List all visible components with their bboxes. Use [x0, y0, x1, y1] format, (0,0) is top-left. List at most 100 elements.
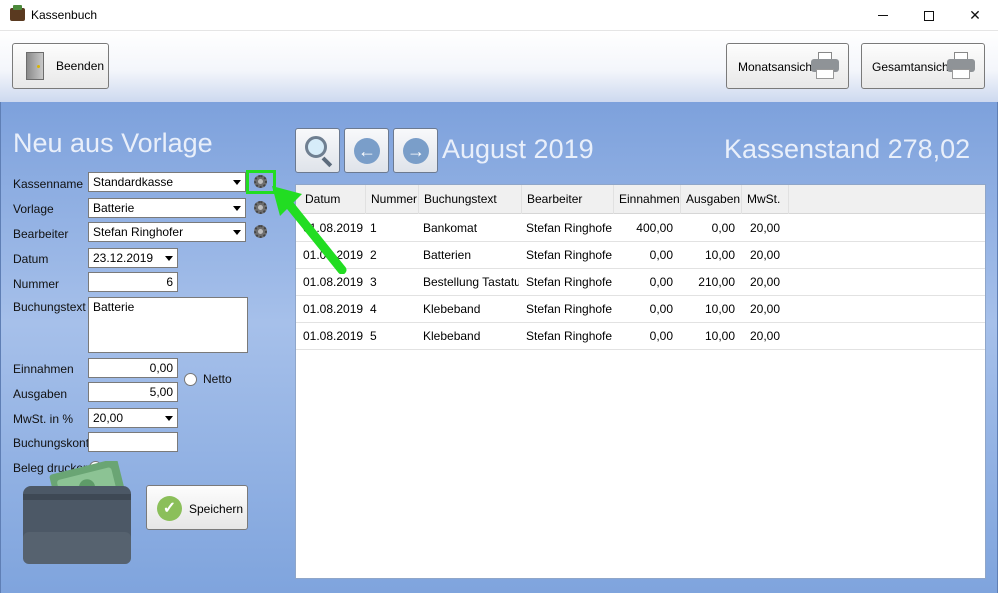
- column-header-nummer[interactable]: Nummer: [366, 185, 419, 214]
- table-row[interactable]: 01.08.2019 5 Klebeband Stefan Ringhofer …: [296, 323, 985, 350]
- arrow-right-icon: →: [403, 138, 429, 164]
- buchungskonto-input[interactable]: [88, 432, 178, 452]
- cell-ausgaben: 10,00: [704, 302, 735, 316]
- vorlage-label: Vorlage: [13, 202, 54, 216]
- speichern-label: Speichern: [189, 502, 244, 516]
- speichern-button[interactable]: ✓ Speichern: [146, 485, 248, 530]
- netto-label: Netto: [203, 372, 232, 386]
- column-header-buchungstext[interactable]: Buchungstext: [419, 185, 522, 214]
- next-month-button[interactable]: →: [393, 128, 438, 173]
- arrow-left-icon: ←: [354, 138, 380, 164]
- cell-einnahmen: 0,00: [649, 302, 673, 316]
- cell-ausgaben: 10,00: [704, 329, 735, 343]
- chevron-down-icon: [233, 206, 241, 211]
- einnahmen-label: Einnahmen: [13, 362, 74, 376]
- printer-icon: [811, 52, 839, 80]
- cell-buchungstext: Bestellung Tastatur: [423, 275, 519, 289]
- cell-buchungstext: Bankomat: [423, 221, 478, 235]
- cell-nummer: 1: [370, 221, 377, 235]
- mwst-label: MwSt. in %: [13, 412, 74, 426]
- buchungstext-input[interactable]: Batterie: [88, 297, 248, 353]
- netto-radio[interactable]: [184, 373, 197, 386]
- cell-ausgaben: 0,00: [711, 221, 735, 235]
- kassenname-label: Kassenname: [13, 177, 84, 191]
- nummer-input[interactable]: 6: [88, 272, 178, 292]
- close-button[interactable]: ✕: [952, 0, 998, 31]
- maximize-button[interactable]: [906, 0, 952, 31]
- cell-bearbeiter: Stefan Ringhofer: [526, 302, 612, 316]
- cell-ausgaben: 210,00: [698, 275, 735, 289]
- vorlage-select[interactable]: Batterie: [88, 198, 246, 218]
- maximize-icon: [924, 10, 934, 21]
- column-header-mwst[interactable]: MwSt.: [742, 185, 789, 214]
- cell-ausgaben: 10,00: [704, 248, 735, 262]
- wallet-icon: [23, 461, 131, 564]
- table-row[interactable]: 01.08.2019 4 Klebeband Stefan Ringhofer …: [296, 296, 985, 323]
- column-header-bearbeiter[interactable]: Bearbeiter: [522, 185, 614, 214]
- title-bar: Kassenbuch ✕: [0, 0, 998, 31]
- einnahmen-input[interactable]: 0,00: [88, 358, 178, 378]
- bearbeiter-select[interactable]: Stefan Ringhofer: [88, 222, 246, 242]
- cell-einnahmen: 0,00: [649, 329, 673, 343]
- close-icon: ✕: [969, 7, 981, 23]
- cell-datum: 01.08.2019: [303, 329, 364, 343]
- bearbeiter-value: Stefan Ringhofer: [93, 225, 184, 239]
- datum-label: Datum: [13, 252, 49, 266]
- cell-bearbeiter: Stefan Ringhofer: [526, 248, 612, 262]
- beenden-label: Beenden: [56, 59, 105, 73]
- search-button[interactable]: [295, 128, 340, 173]
- cell-bearbeiter: Stefan Ringhofer: [526, 275, 612, 289]
- minimize-button[interactable]: [860, 0, 906, 31]
- search-icon: [305, 136, 327, 158]
- ausgaben-input[interactable]: 5,00: [88, 382, 178, 402]
- bearbeiter-gear-icon[interactable]: [254, 225, 267, 238]
- table-header: Datum Nummer Buchungstext Bearbeiter Ein…: [296, 185, 985, 214]
- cell-mwst: 20,00: [749, 302, 780, 316]
- cell-buchungstext: Klebeband: [423, 302, 481, 316]
- vorlage-gear-icon[interactable]: [254, 201, 267, 214]
- cell-nummer: 4: [370, 302, 377, 316]
- beenden-button[interactable]: Beenden: [12, 43, 109, 89]
- buchungstext-label: Buchungstext: [13, 300, 86, 314]
- column-header-ausgaben[interactable]: Ausgaben: [681, 185, 742, 214]
- minimize-icon: [878, 15, 888, 16]
- chevron-down-icon: [233, 230, 241, 235]
- vorlage-value: Batterie: [93, 201, 135, 215]
- mwst-value: 20,00: [93, 411, 124, 425]
- cell-einnahmen: 0,00: [649, 275, 673, 289]
- cell-buchungstext: Klebeband: [423, 329, 481, 343]
- chevron-down-icon: [165, 256, 173, 261]
- gesamtansicht-button[interactable]: Gesamtansicht: [861, 43, 985, 89]
- ausgaben-label: Ausgaben: [13, 387, 68, 401]
- cell-nummer: 2: [370, 248, 377, 262]
- chevron-down-icon: [165, 416, 173, 421]
- bearbeiter-label: Bearbeiter: [13, 227, 69, 241]
- cell-mwst: 20,00: [749, 221, 780, 235]
- table-row[interactable]: 01.08.2019 1 Bankomat Stefan Ringhofer 4…: [296, 215, 985, 242]
- green-arrow-icon: [272, 186, 347, 274]
- door-exit-icon: [26, 52, 44, 80]
- printer-icon: [947, 52, 975, 80]
- chevron-down-icon: [233, 180, 241, 185]
- transactions-table: Datum Nummer Buchungstext Bearbeiter Ein…: [295, 184, 986, 579]
- table-row[interactable]: 01.08.2019 3 Bestellung Tastatur Stefan …: [296, 269, 985, 296]
- cell-mwst: 20,00: [749, 248, 780, 262]
- datum-value: 23.12.2019: [93, 251, 154, 265]
- previous-month-button[interactable]: ←: [344, 128, 389, 173]
- month-title: August 2019: [442, 134, 594, 164]
- column-header-einnahmen[interactable]: Einnahmen: [614, 185, 681, 214]
- kassenstand-title: Kassenstand 278,02: [724, 134, 971, 164]
- monatsansicht-button[interactable]: Monatsansicht: [726, 43, 849, 89]
- cell-nummer: 5: [370, 329, 377, 343]
- kassenname-select[interactable]: Standardkasse: [88, 172, 246, 192]
- mwst-select[interactable]: 20,00: [88, 408, 178, 428]
- cell-einnahmen: 400,00: [636, 221, 673, 235]
- table-row[interactable]: 01.08.2019 2 Batterien Stefan Ringhofer …: [296, 242, 985, 269]
- checkmark-icon: ✓: [157, 496, 182, 521]
- buchungskonto-label: Buchungskonto: [13, 436, 96, 450]
- monatsansicht-label: Monatsansicht: [738, 60, 816, 74]
- cell-datum: 01.08.2019: [303, 302, 364, 316]
- datum-picker[interactable]: 23.12.2019: [88, 248, 178, 268]
- cell-einnahmen: 0,00: [649, 248, 673, 262]
- kassenname-value: Standardkasse: [93, 175, 174, 189]
